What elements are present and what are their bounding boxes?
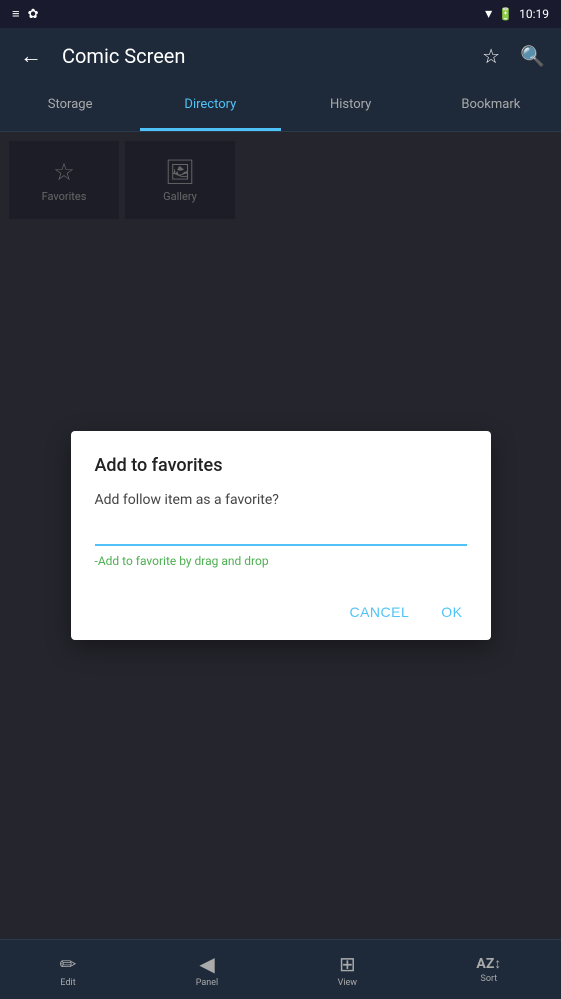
tab-storage[interactable]: Storage [0, 84, 140, 131]
star-button[interactable]: ☆ [482, 44, 500, 69]
dialog-overlay: Add to favorites Add follow item as a fa… [0, 132, 561, 939]
view-label: View [338, 978, 357, 988]
add-to-favorites-dialog: Add to favorites Add follow item as a fa… [71, 431, 491, 640]
status-bar: ≡ ✿ ▾ 🔋 10:19 [0, 0, 561, 28]
bottom-nav-edit[interactable]: ✏ Edit [60, 952, 77, 988]
tab-directory[interactable]: Directory [140, 84, 280, 131]
cancel-button[interactable]: CANCEL [345, 596, 413, 628]
tab-bar: Storage Directory History Bookmark [0, 84, 561, 132]
wifi-icon: ▾ [485, 6, 492, 22]
dialog-hint: -Add to favorite by drag and drop [95, 554, 467, 568]
bottom-nav-view[interactable]: ⊞ View [338, 952, 357, 988]
bottom-nav-panel[interactable]: ◀ Panel [196, 952, 218, 988]
back-icon: ← [20, 43, 42, 68]
status-right-icons: ▾ 🔋 10:19 [485, 6, 549, 22]
top-bar: ← Comic Screen ☆ 🔍 [0, 28, 561, 84]
time-display: 10:19 [519, 7, 549, 21]
search-icon: 🔍 [520, 46, 545, 68]
edit-icon: ✏ [60, 952, 77, 976]
view-icon: ⊞ [339, 952, 356, 976]
panel-label: Panel [196, 978, 218, 988]
dialog-title: Add to favorites [95, 455, 467, 476]
dialog-body: Add follow item as a favorite? [95, 492, 467, 508]
search-button[interactable]: 🔍 [520, 44, 545, 69]
page-title: Comic Screen [62, 44, 466, 68]
menu-icon: ≡ [12, 6, 20, 22]
content-area: ☆ Favorites 🖼 Gallery Add to favorites A… [0, 132, 561, 939]
tab-history[interactable]: History [281, 84, 421, 131]
sort-icon: AZ↕ [476, 955, 501, 972]
bottom-nav: ✏ Edit ◀ Panel ⊞ View AZ↕ Sort [0, 939, 561, 999]
status-left-icons: ≡ ✿ [12, 6, 39, 22]
back-button[interactable]: ← [16, 39, 46, 73]
signal-icon: 🔋 [498, 7, 513, 21]
ok-button[interactable]: OK [437, 596, 466, 628]
top-action-buttons: ☆ 🔍 [482, 44, 545, 69]
favorite-name-input[interactable] [95, 520, 467, 546]
panel-icon: ◀ [199, 952, 214, 976]
tab-bookmark[interactable]: Bookmark [421, 84, 561, 131]
bottom-nav-sort[interactable]: AZ↕ Sort [476, 955, 501, 984]
dialog-actions: CANCEL OK [95, 588, 467, 628]
edit-label: Edit [60, 978, 75, 988]
star-icon: ☆ [482, 46, 500, 68]
app-icon: ✿ [28, 7, 39, 22]
sort-label: Sort [481, 974, 498, 984]
